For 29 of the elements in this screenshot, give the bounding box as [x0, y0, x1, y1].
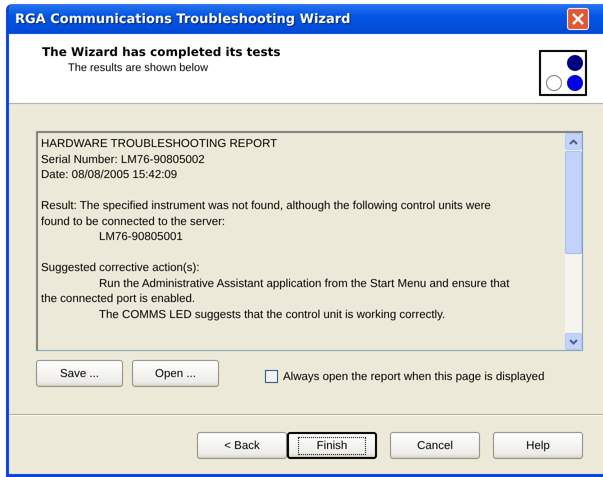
- nav-button[interactable]: Finish: [287, 432, 377, 459]
- report-line: Date: 08/08/2005 15:42:09: [41, 168, 178, 183]
- nav-button[interactable]: < Back: [197, 432, 287, 459]
- close-icon: [571, 12, 585, 26]
- nav-button[interactable]: Cancel: [390, 432, 480, 459]
- report-line: Run the Administrative Assistant application from the Start Menu and ensure that the connected port is enabled.: [41, 276, 510, 307]
- report-line: Serial Number: LM76-90805002: [41, 152, 206, 168]
- scroll-up-button[interactable]: [565, 133, 582, 150]
- report-textbox[interactable]: [36, 131, 583, 351]
- header-subtitle: The results are shown below: [67, 62, 210, 74]
- chevron-up-icon: [569, 138, 578, 144]
- checkbox-label: Always open the report when this page is displayed: [283, 370, 544, 382]
- nav-button[interactable]: Help: [493, 432, 583, 459]
- report-line: HARDWARE TROUBLESHOOTING REPORT: [41, 137, 278, 152]
- scroll-down-button[interactable]: [565, 333, 582, 350]
- close-button[interactable]: [567, 8, 589, 30]
- report-line: LM76-90805001: [98, 230, 184, 245]
- always-open-checkbox[interactable]: [265, 370, 278, 383]
- report-line: Suggested corrective action(s):: [41, 261, 201, 276]
- report-line: Result: The specified instrument was not found, although the following control units were found to be connected to the server:: [41, 199, 492, 230]
- circles-logo-icon: [539, 50, 587, 96]
- scroll-thumb[interactable]: [565, 151, 582, 254]
- chevron-down-icon: [569, 338, 578, 344]
- scrollbar[interactable]: [565, 133, 582, 350]
- file-button[interactable]: Open ...: [132, 360, 219, 387]
- header-title: The Wizard has completed its tests: [42, 45, 282, 59]
- report-line: The COMMS LED suggests that the control unit is working correctly.: [98, 308, 446, 322]
- file-button[interactable]: Save ...: [36, 360, 123, 387]
- window-title: RGA Communications Troubleshooting Wizard: [15, 12, 352, 26]
